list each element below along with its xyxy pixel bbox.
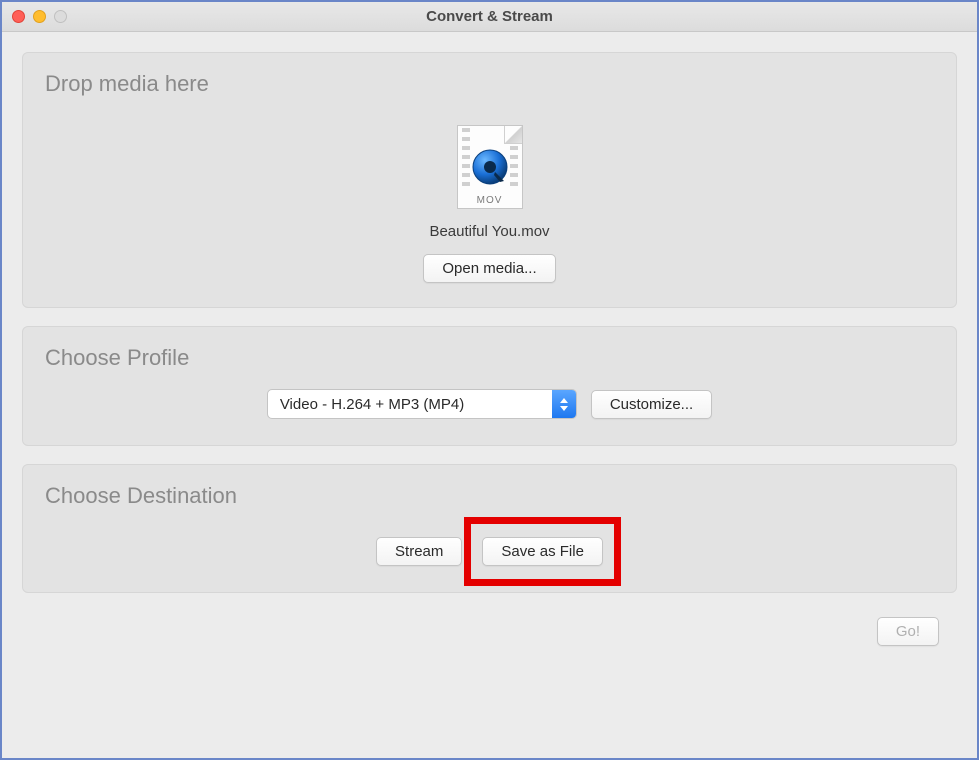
quicktime-file-icon: MOV (457, 125, 523, 209)
minimize-window-button[interactable] (33, 10, 46, 23)
choose-profile-heading: Choose Profile (45, 345, 934, 371)
open-media-button[interactable]: Open media... (423, 254, 555, 283)
window-title: Convert & Stream (2, 8, 977, 25)
profile-select[interactable]: Video - H.264 + MP3 (MP4) (267, 389, 577, 419)
save-as-file-button[interactable]: Save as File (482, 537, 603, 566)
media-filename: Beautiful You.mov (429, 223, 549, 240)
file-format-label: MOV (458, 195, 522, 206)
titlebar: Convert & Stream (2, 2, 977, 32)
choose-destination-panel: Choose Destination Stream Save as File (22, 464, 957, 593)
choose-destination-heading: Choose Destination (45, 483, 934, 509)
go-button: Go! (877, 617, 939, 646)
window-controls (12, 10, 67, 23)
close-window-button[interactable] (12, 10, 25, 23)
stream-button[interactable]: Stream (376, 537, 462, 566)
customize-button[interactable]: Customize... (591, 390, 712, 419)
updown-stepper-icon[interactable] (552, 390, 576, 418)
choose-profile-panel: Choose Profile Video - H.264 + MP3 (MP4)… (22, 326, 957, 446)
content-area: Drop media here (2, 32, 977, 656)
profile-selected-value: Video - H.264 + MP3 (MP4) (280, 396, 464, 413)
drop-media-heading: Drop media here (45, 71, 934, 97)
drop-area[interactable]: MOV Beautiful You.mov Open media... (45, 107, 934, 289)
zoom-window-button (54, 10, 67, 23)
drop-media-panel[interactable]: Drop media here (22, 52, 957, 308)
